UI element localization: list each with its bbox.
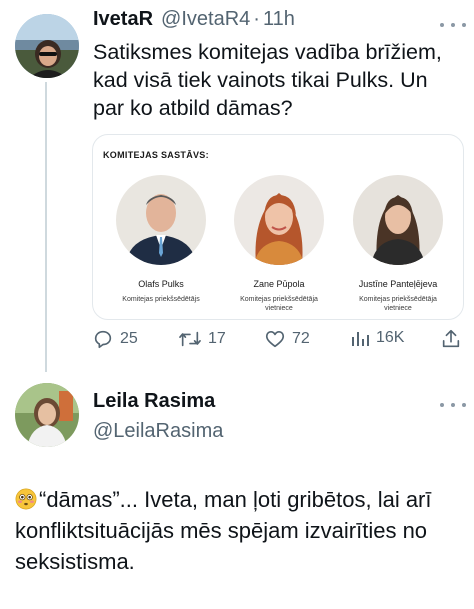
member-name: Justīne Panteļējeva (358, 279, 438, 289)
tweet-time[interactable]: 11h (263, 8, 295, 31)
member-photo (234, 175, 324, 265)
member-photo (353, 175, 443, 265)
member-role: Komitejas priekšsēdētājs (122, 296, 200, 303)
views-count: 16K (376, 329, 405, 346)
member-card: Justīne Panteļējeva Komitejas priekšsēdē… (338, 175, 458, 313)
separator-dot: · (253, 8, 260, 30)
views-button[interactable]: 16K (350, 328, 404, 348)
avatar[interactable] (15, 14, 79, 78)
author-handle[interactable]: @LeilaRasima (93, 420, 223, 443)
like-button[interactable]: 72 (264, 328, 310, 350)
author-name[interactable]: IvetaR (93, 8, 153, 31)
avatar-photo-iveta (15, 14, 79, 78)
more-dot-icon (462, 23, 466, 27)
more-options-button[interactable] (440, 398, 466, 412)
reply-icon (94, 330, 112, 349)
avatar[interactable] (15, 383, 79, 447)
reply-button[interactable]: 25 (92, 328, 138, 350)
more-dot-icon (451, 23, 455, 27)
more-options-button[interactable] (440, 18, 466, 32)
heart-icon (265, 331, 285, 348)
tweet-text-body: “dāmas”... Iveta, man ļoti gribētos, lai… (15, 487, 432, 574)
avatar-photo-leila (15, 383, 79, 447)
member-photo (116, 175, 206, 265)
member-role: Komitejas priekšsēdētāja vietniece (359, 296, 437, 312)
tweet-action-bar: 25 17 72 16K (92, 328, 464, 352)
author-handle[interactable]: @IvetaR4 (161, 8, 250, 31)
like-count: 72 (292, 330, 310, 347)
tweet-text: “dāmas”... Iveta, man ļoti gribētos, lai… (15, 484, 465, 577)
retweet-button[interactable]: 17 (178, 328, 226, 350)
flushed-face-emoji-icon (15, 488, 37, 510)
tweet-text: Satiksmes komitejas vadība brīžiem, kad … (93, 40, 442, 120)
views-chart-icon (352, 332, 369, 346)
share-icon (442, 329, 460, 348)
reply-count: 25 (120, 330, 138, 347)
more-dot-icon (440, 23, 444, 27)
member-role: Komitejas priekšsēdētāja vietniece (240, 296, 318, 312)
member-card: Zane Pūpola Komitejas priekšsēdētāja vie… (219, 175, 339, 313)
media-card[interactable]: KOMITEJAS SASTĀVS: Olafs Pulks Komitejas… (92, 134, 464, 320)
member-name: Olafs Pulks (138, 279, 184, 289)
retweet-count: 17 (208, 330, 226, 347)
more-dot-icon (440, 403, 444, 407)
card-title: KOMITEJAS SASTĀVS: (103, 150, 209, 160)
thread-connector-line (45, 82, 47, 372)
more-dot-icon (462, 403, 466, 407)
more-dot-icon (451, 403, 455, 407)
member-card: Olafs Pulks Komitejas priekšsēdētājs (101, 175, 221, 304)
retweet-icon (179, 331, 201, 347)
tweet-header: IvetaR @IvetaR4 · 11h (93, 8, 295, 31)
author-name[interactable]: Leila Rasima (93, 390, 215, 413)
share-button[interactable] (440, 328, 462, 350)
member-name: Zane Pūpola (253, 279, 305, 289)
